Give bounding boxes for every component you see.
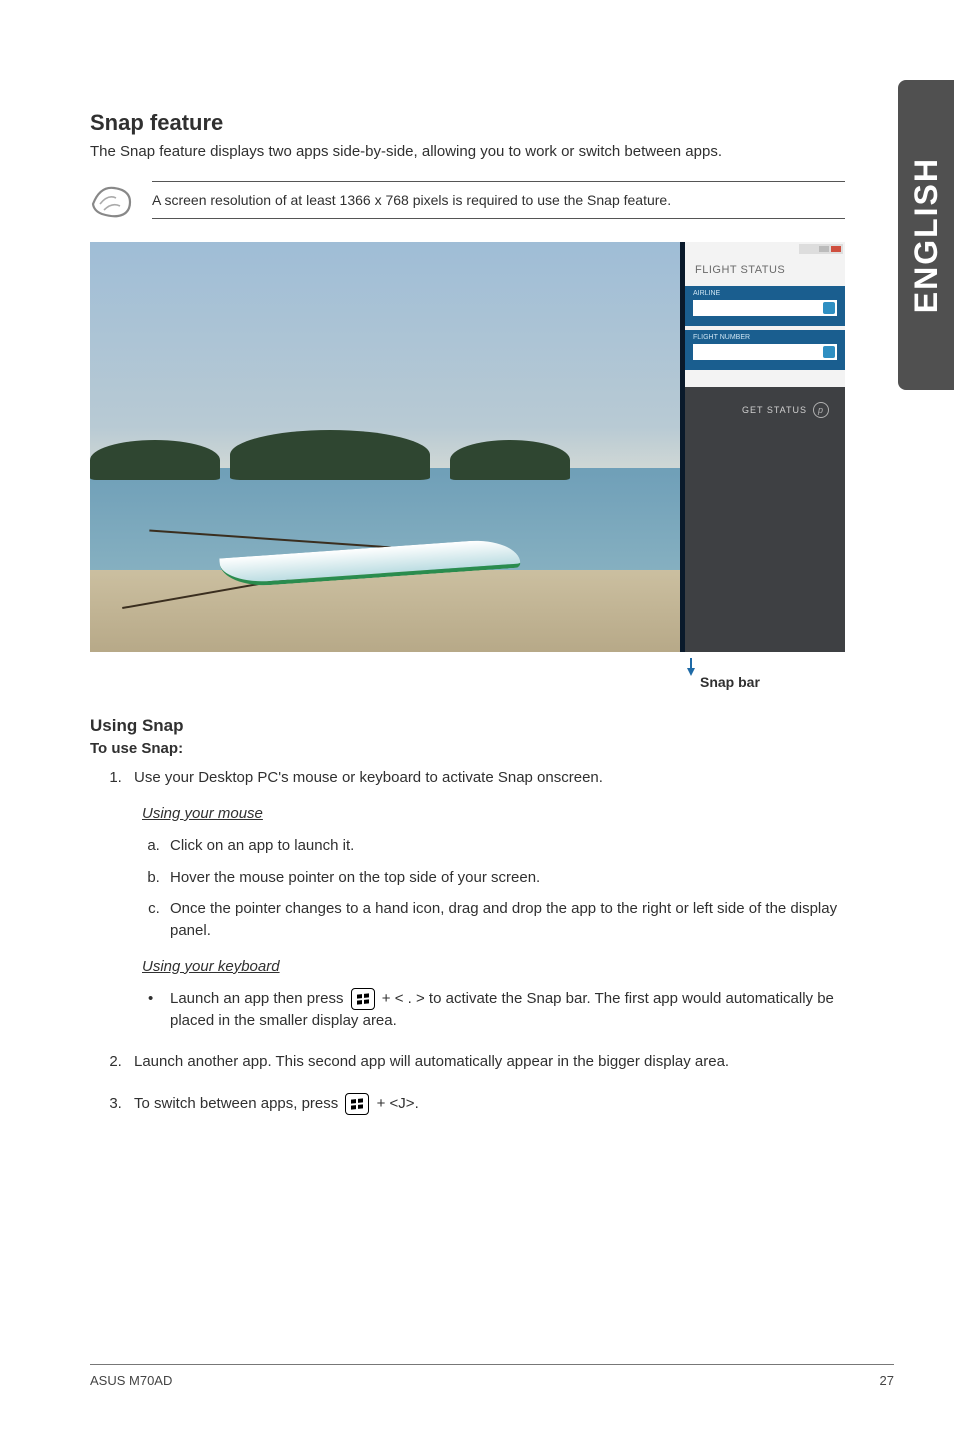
page-content: Snap feature The Snap feature displays t… xyxy=(90,110,845,1135)
airline-input[interactable] xyxy=(693,300,837,316)
steps-list: Use your Desktop PC's mouse or keyboard … xyxy=(90,767,845,1115)
flight-status-title: FLIGHT STATUS xyxy=(695,264,785,276)
hand-note-icon xyxy=(90,180,134,220)
snap-bar-callout: Snap bar xyxy=(90,658,845,692)
heading-using-snap: Using Snap xyxy=(90,716,845,736)
window-controls-icon[interactable] xyxy=(799,244,843,254)
get-status-button[interactable]: GET STATUS p xyxy=(742,402,829,418)
step-1: Use your Desktop PC's mouse or keyboard … xyxy=(126,767,845,1031)
using-keyboard-header: Using your keyboard xyxy=(142,956,845,978)
mouse-steps: Click on an app to launch it. Hover the … xyxy=(134,835,845,942)
heading-snap-feature: Snap feature xyxy=(90,110,845,136)
footer-page-number: 27 xyxy=(880,1373,894,1388)
using-mouse-header: Using your mouse xyxy=(142,803,845,825)
note-row: A screen resolution of at least 1366 x 7… xyxy=(90,180,845,220)
keyboard-step: Launch an app then press + < . > to acti… xyxy=(164,988,845,1032)
snap-photo-pane xyxy=(90,242,680,652)
to-use-snap: To use Snap: xyxy=(90,740,845,757)
note-text: A screen resolution of at least 1366 x 7… xyxy=(152,181,845,219)
airline-dropdown-icon[interactable] xyxy=(823,302,835,314)
step-3: To switch between apps, press + <J>. xyxy=(126,1093,845,1115)
footer-model: ASUS M70AD xyxy=(90,1373,172,1388)
language-tab: ENGLISH xyxy=(898,80,954,390)
flight-number-clear-icon[interactable] xyxy=(823,346,835,358)
get-status-arrow-icon: p xyxy=(813,402,829,418)
flight-status-app: FLIGHT STATUS AIRLINE FLIGHT NUMBER GET … xyxy=(685,242,845,652)
airline-label: AIRLINE xyxy=(693,290,837,297)
windows-key-icon xyxy=(351,988,375,1010)
snap-bar-label: Snap bar xyxy=(700,674,760,690)
flight-number-label: FLIGHT NUMBER xyxy=(693,334,837,341)
language-tab-text: ENGLISH xyxy=(908,157,945,313)
snap-lead: The Snap feature displays two apps side-… xyxy=(90,142,845,162)
windows-key-icon xyxy=(345,1093,369,1115)
snap-screenshot: FLIGHT STATUS AIRLINE FLIGHT NUMBER GET … xyxy=(90,242,845,652)
keyboard-steps: Launch an app then press + < . > to acti… xyxy=(134,988,845,1032)
mouse-step-c: Once the pointer changes to a hand icon,… xyxy=(164,898,845,942)
flight-number-input[interactable] xyxy=(693,344,837,360)
mouse-step-a: Click on an app to launch it. xyxy=(164,835,845,857)
page-footer: ASUS M70AD 27 xyxy=(90,1364,894,1388)
mouse-step-b: Hover the mouse pointer on the top side … xyxy=(164,867,845,889)
step-2: Launch another app. This second app will… xyxy=(126,1051,845,1073)
